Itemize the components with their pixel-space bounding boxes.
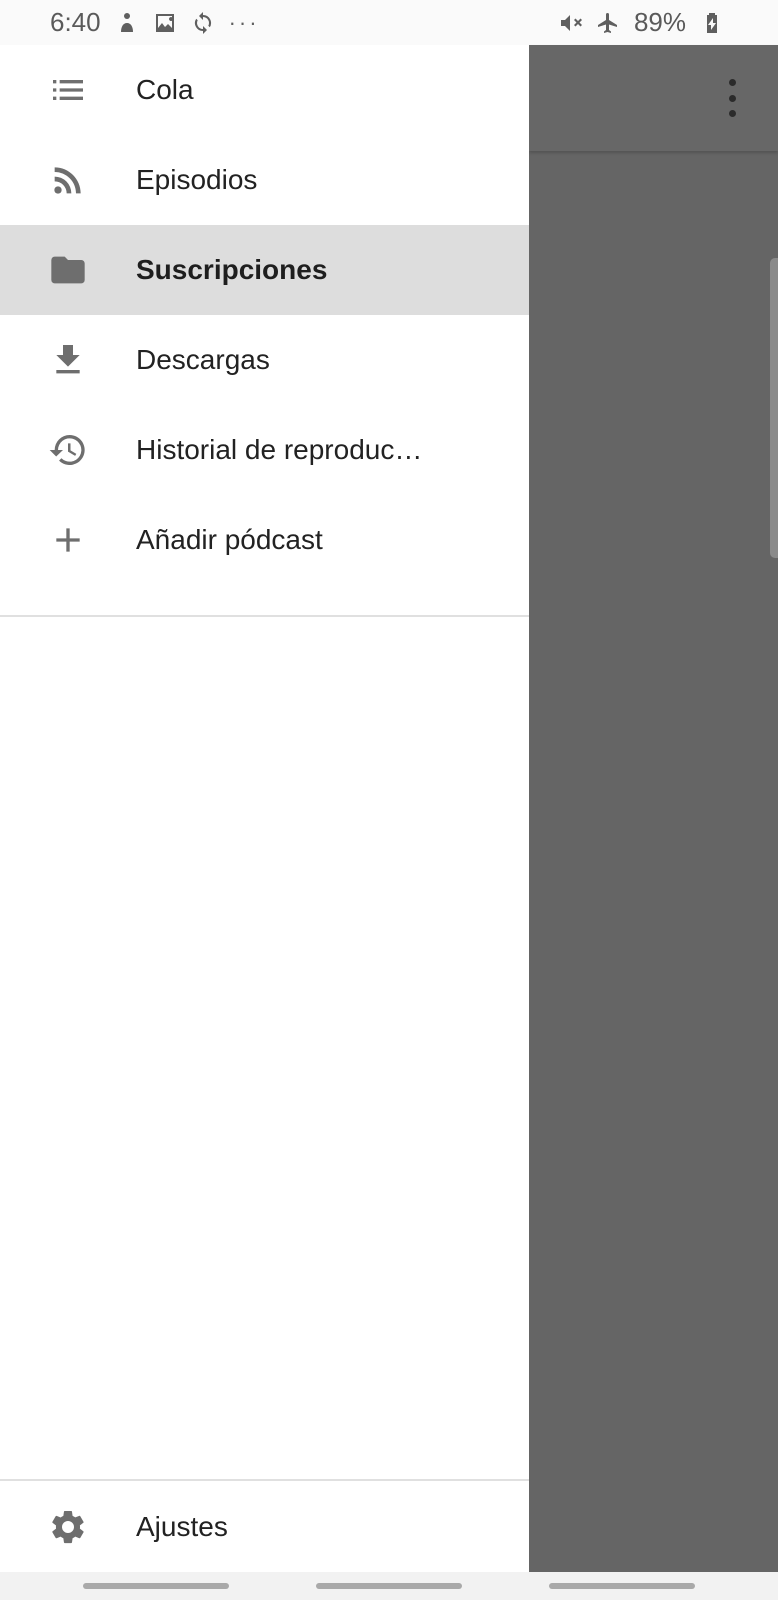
status-bar: 6:40 ··· 89% xyxy=(0,0,778,45)
battery-percent: 89% xyxy=(633,7,686,37)
drawer-item-label: Ajustes xyxy=(136,1510,228,1542)
sync-icon xyxy=(191,11,215,35)
status-left: 6:40 ··· xyxy=(50,7,260,38)
rss-feed-icon xyxy=(48,160,88,200)
drawer-item-historial[interactable]: Historial de reproduc… xyxy=(0,405,529,495)
fast-scroll-handle[interactable] xyxy=(770,258,778,558)
main-toolbar xyxy=(529,45,778,151)
airplane-icon xyxy=(596,11,620,35)
more-notifications-indicator: ··· xyxy=(228,9,260,35)
status-time: 6:40 xyxy=(50,7,101,37)
download-icon xyxy=(48,340,88,380)
history-icon xyxy=(48,430,88,470)
drawer-item-label: Cola xyxy=(136,74,194,105)
queue-list-icon xyxy=(48,70,88,110)
drawer-item-suscripciones[interactable]: Suscripciones xyxy=(0,225,529,315)
battery-charging-icon xyxy=(700,11,724,35)
drawer-item-descargas[interactable]: Descargas xyxy=(0,315,529,405)
drawer-scrim[interactable] xyxy=(529,45,778,1572)
drawer-item-label: Episodios xyxy=(136,164,258,195)
drawer-item-episodios[interactable]: Episodios xyxy=(0,135,529,225)
folder-icon xyxy=(48,250,88,290)
add-icon xyxy=(48,520,88,560)
drawer-item-anadir-podcast[interactable]: Añadir pódcast xyxy=(0,495,529,585)
drawer-nav-list: Cola Episodios Suscripciones Descargas H… xyxy=(0,45,529,585)
recent-apps-gesture[interactable] xyxy=(83,1583,230,1589)
drawer-item-ajustes[interactable]: Ajustes xyxy=(0,1481,529,1572)
back-gesture[interactable] xyxy=(548,1583,695,1589)
navigation-drawer: Cola Episodios Suscripciones Descargas H… xyxy=(0,45,529,1572)
home-gesture[interactable] xyxy=(315,1583,462,1589)
download-person-icon xyxy=(115,11,139,35)
image-icon xyxy=(153,11,177,35)
gear-icon xyxy=(48,1507,88,1547)
status-right: 89% xyxy=(558,7,724,38)
drawer-item-label: Historial de reproduc… xyxy=(136,434,423,465)
drawer-item-label: Suscripciones xyxy=(136,254,328,285)
mute-vibrate-icon xyxy=(558,11,582,35)
overflow-menu-icon[interactable] xyxy=(720,79,744,117)
drawer-item-label: Descargas xyxy=(136,344,270,375)
drawer-item-cola[interactable]: Cola xyxy=(0,45,529,135)
drawer-divider xyxy=(0,615,529,617)
system-navigation-bar xyxy=(0,1572,778,1600)
drawer-item-label: Añadir pódcast xyxy=(136,524,323,555)
